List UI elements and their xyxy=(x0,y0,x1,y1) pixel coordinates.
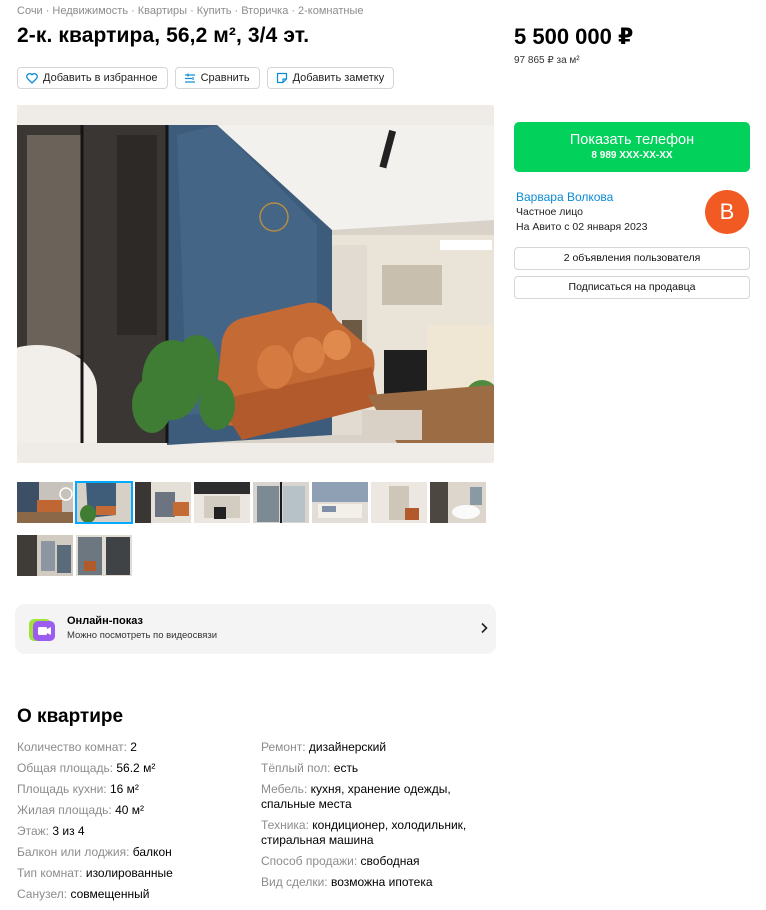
param-value: 3 из 4 xyxy=(52,824,85,838)
seller-type: Частное лицо xyxy=(516,206,584,218)
gallery-thumbnail[interactable] xyxy=(430,482,486,523)
param-value: возможна ипотека xyxy=(330,875,433,889)
param-key: Вид сделки: xyxy=(261,875,328,889)
param-key: Тёплый пол: xyxy=(261,761,331,775)
gallery-thumbnail[interactable] xyxy=(371,482,427,523)
apartment-photo-image xyxy=(17,105,494,463)
param-row: Мебель: кухня, хранение одежды, спальные… xyxy=(261,782,491,812)
breadcrumb-item[interactable]: Недвижимость xyxy=(52,5,128,17)
param-value: есть xyxy=(333,761,359,775)
param-row: Тип комнат: изолированные xyxy=(17,866,247,881)
seller-ads-button[interactable]: 2 объявления пользователя xyxy=(514,247,750,270)
param-key: Количество комнат: xyxy=(17,740,127,754)
seller-since: На Авито с 02 января 2023 xyxy=(516,221,648,233)
gallery-thumbnail[interactable] xyxy=(75,481,133,524)
param-row: Санузел: совмещенный xyxy=(17,887,247,902)
compare-label: Сравнить xyxy=(200,72,250,84)
param-key: Ремонт: xyxy=(261,740,306,754)
note-icon xyxy=(276,72,287,84)
param-key: Жилая площадь: xyxy=(17,803,112,817)
param-key: Способ продажи: xyxy=(261,854,358,868)
main-photo[interactable] xyxy=(17,105,494,463)
thumbnail-gallery xyxy=(17,481,497,588)
param-row: Жилая площадь: 40 м² xyxy=(17,803,247,818)
param-row: Этаж: 3 из 4 xyxy=(17,824,247,839)
param-key: Техника: xyxy=(261,818,309,832)
compare-icon xyxy=(184,73,195,83)
seller-name-link[interactable]: Варвара Волкова xyxy=(516,190,613,204)
param-value: изолированные xyxy=(85,866,173,880)
chevron-right-icon xyxy=(481,622,488,634)
about-apartment-heading: О квартире xyxy=(17,706,124,727)
param-value: совмещенный xyxy=(70,887,150,901)
heart-icon xyxy=(26,72,38,84)
param-value: 40 м² xyxy=(115,803,145,817)
price: 5 500 000 ₽ xyxy=(514,24,634,49)
param-row: Тёплый пол: есть xyxy=(261,761,491,776)
param-key: Тип комнат: xyxy=(17,866,83,880)
param-value: 2 xyxy=(130,740,137,754)
subscribe-seller-button[interactable]: Подписаться на продавца xyxy=(514,276,750,299)
param-key: Общая площадь: xyxy=(17,761,114,775)
param-key: Площадь кухни: xyxy=(17,782,107,796)
param-row: Способ продажи: свободная xyxy=(261,854,491,869)
breadcrumb: Сочи · Недвижимость · Квартиры · Купить · Вторич… xyxy=(17,5,364,17)
param-value: дизайнерский xyxy=(308,740,387,754)
breadcrumb-item[interactable]: Вторичка xyxy=(241,5,288,17)
param-key: Санузел: xyxy=(17,887,68,901)
param-key: Балкон или лоджия: xyxy=(17,845,130,859)
gallery-thumbnail[interactable] xyxy=(135,482,191,523)
price-per-m2: 97 865 ₽ за м² xyxy=(514,55,580,66)
show-phone-label: Показать телефон xyxy=(569,132,695,148)
breadcrumb-item[interactable]: Купить xyxy=(197,5,232,17)
listing-actions: Добавить в избранное Сравнить Добавить з… xyxy=(17,67,395,89)
online-tour-subtitle: Можно посмотреть по видеосвязи xyxy=(67,630,218,641)
apartment-params-col2: Ремонт: дизайнерский Тёплый пол: есть Ме… xyxy=(261,740,491,896)
gallery-thumbnail[interactable] xyxy=(312,482,368,523)
breadcrumb-item[interactable]: Сочи xyxy=(17,5,43,17)
add-to-favorites-button[interactable]: Добавить в избранное xyxy=(17,67,168,89)
add-to-favorites-label: Добавить в избранное xyxy=(43,72,158,84)
gallery-thumbnail[interactable] xyxy=(17,482,73,523)
param-row: Балкон или лоджия: балкон xyxy=(17,845,247,860)
page-title: 2-к. квартира, 56,2 м², 3/4 эт. xyxy=(17,24,310,47)
masked-phone-number: 8 989 XXX-XX-XX xyxy=(591,150,673,161)
param-key: Этаж: xyxy=(17,824,50,838)
param-row: Техника: кондиционер, холодильник, стира… xyxy=(261,818,491,848)
param-value: 56.2 м² xyxy=(116,761,156,775)
param-row: Площадь кухни: 16 м² xyxy=(17,782,247,797)
param-value: 16 м² xyxy=(109,782,139,796)
video-call-icon xyxy=(29,619,55,641)
apartment-params-col1: Количество комнат: 2 Общая площадь: 56.2… xyxy=(17,740,247,908)
gallery-thumbnail[interactable] xyxy=(76,535,132,576)
param-row: Вид сделки: возможна ипотека xyxy=(261,875,491,890)
param-key: Мебель: xyxy=(261,782,308,796)
show-phone-button[interactable]: Показать телефон 8 989 XXX-XX-XX xyxy=(514,122,750,172)
breadcrumb-item[interactable]: 2-комнатные xyxy=(298,5,363,17)
add-note-button[interactable]: Добавить заметку xyxy=(266,67,395,89)
param-row: Ремонт: дизайнерский xyxy=(261,740,491,755)
param-row: Общая площадь: 56.2 м² xyxy=(17,761,247,776)
param-value: балкон xyxy=(132,845,172,859)
avatar[interactable]: В xyxy=(705,190,749,234)
param-value: свободная xyxy=(360,854,420,868)
online-tour-banner[interactable]: Онлайн-показ Можно посмотреть по видеосв… xyxy=(15,604,496,654)
gallery-thumbnail[interactable] xyxy=(194,482,250,523)
compare-button[interactable]: Сравнить xyxy=(174,67,260,89)
gallery-thumbnail[interactable] xyxy=(253,482,309,523)
param-row: Количество комнат: 2 xyxy=(17,740,247,755)
online-tour-title: Онлайн-показ xyxy=(67,615,143,627)
breadcrumb-item[interactable]: Квартиры xyxy=(138,5,187,17)
add-note-label: Добавить заметку xyxy=(292,72,385,84)
gallery-thumbnail[interactable] xyxy=(17,535,73,576)
